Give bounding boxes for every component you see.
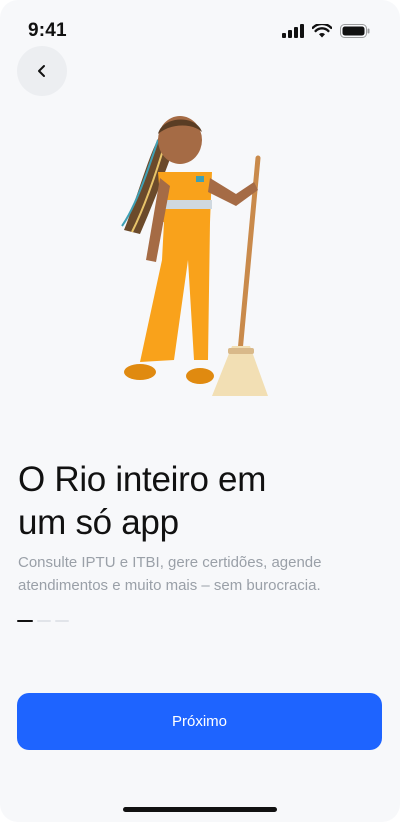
page-dot [37,620,51,622]
signal-icon [282,24,304,38]
headline-line-2: um só app [18,503,179,542]
status-icons [282,24,370,38]
status-bar: 9:41 [0,0,400,60]
subtitle: Consulte IPTU e ITBI, gere certidões, ag… [18,554,322,594]
page-indicator [17,620,69,622]
onboarding-screen: 9:41 O Rio inteiro em um só app Consulte… [0,0,400,822]
status-time: 9:41 [28,20,67,41]
wifi-icon [312,24,332,38]
battery-icon [340,24,370,38]
street-sweeper-illustration [121,116,268,396]
chevron-left-icon [38,65,45,77]
page-dot [55,620,69,622]
home-indicator [123,807,277,812]
page-dot-active [17,620,33,622]
back-button[interactable] [17,46,67,96]
headline: O Rio inteiro em um só app [18,458,378,544]
headline-line-1: O Rio inteiro em [18,460,267,499]
next-button[interactable]: Próximo [17,693,382,750]
